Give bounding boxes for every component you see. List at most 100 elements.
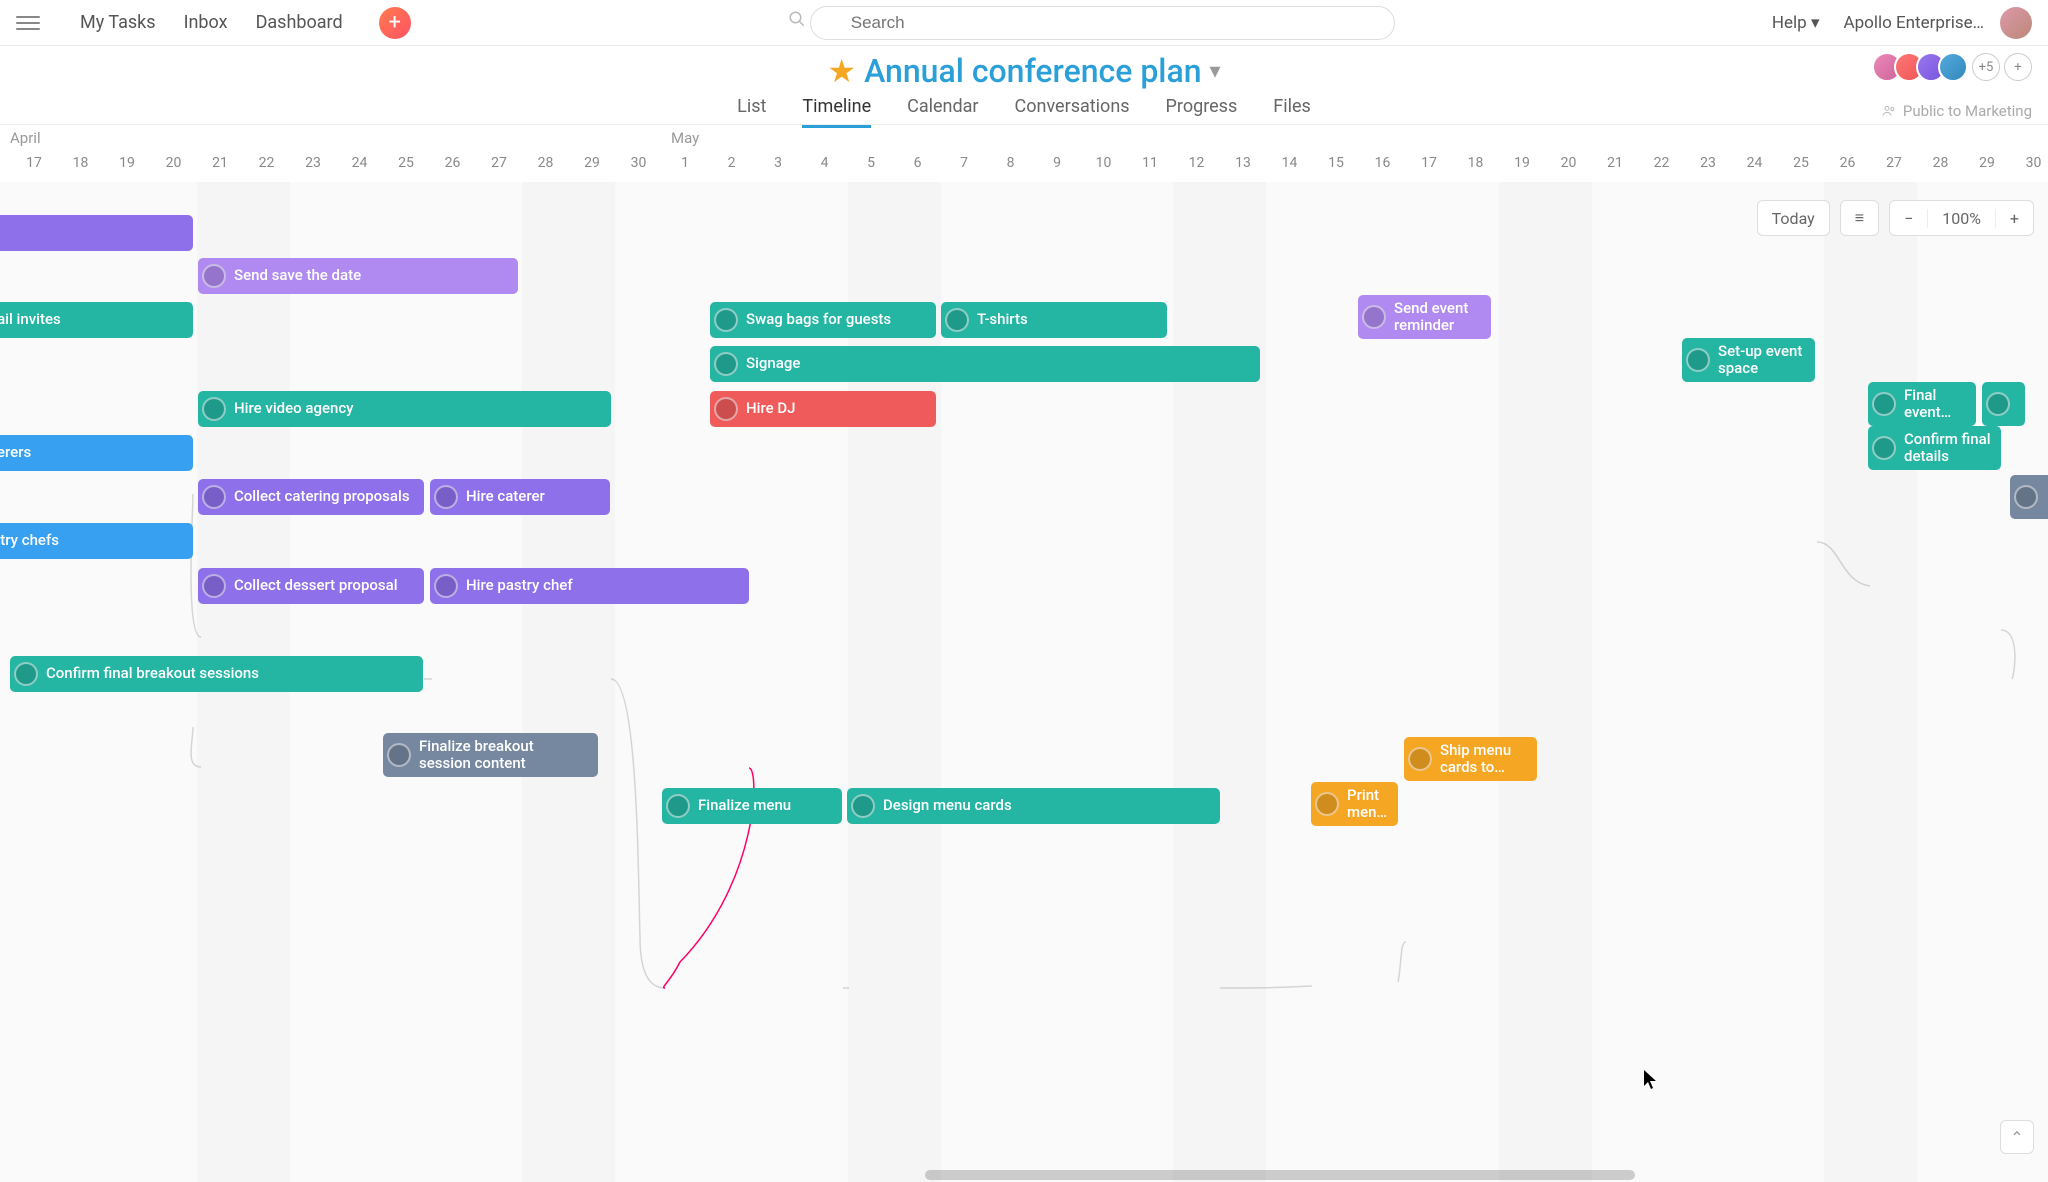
help-menu[interactable]: Help ▾ [1772,13,1820,33]
day-label: 27 [1878,155,1911,171]
menu-icon[interactable] [16,11,40,35]
day-label: 3 [762,155,795,171]
day-label: 19 [1506,155,1539,171]
privacy-label[interactable]: Public to Marketing [1881,102,2032,120]
assignee-avatar [202,264,226,288]
task-bar[interactable]: Hire caterer [430,479,610,515]
project-title[interactable]: ★ Annual conference plan ▾ [827,46,1220,90]
task-bar[interactable]: Signage [710,346,1260,382]
timeline-controls: Today ≡ − 100% + [1757,200,2034,236]
member-overflow[interactable]: +5 [1972,53,2000,81]
chevron-down-icon: ▾ [1811,13,1820,33]
day-label: 22 [1645,155,1678,171]
task-bar[interactable]: Print menu… [1311,782,1398,826]
task-label: Confirm final details [1904,431,1991,466]
task-bar[interactable]: caterers [0,435,193,471]
day-label: 17 [1413,155,1446,171]
day-label: 18 [1459,155,1492,171]
chevron-down-icon[interactable]: ▾ [1210,59,1221,84]
assignee-avatar [202,485,226,509]
task-bar[interactable] [2010,475,2048,519]
task-label: Set-up event space [1718,343,1805,378]
assignee-avatar [945,308,969,332]
assignee-avatar [1872,392,1896,416]
day-label: 27 [483,155,516,171]
scroll-to-top-button[interactable]: ⌃ [2000,1120,2034,1154]
task-label: Hire caterer [466,488,545,505]
user-avatar[interactable] [2000,7,2032,39]
zoom-out-button[interactable]: − [1890,209,1927,228]
topbar: My Tasks Inbox Dashboard + Help ▾ Apollo… [0,0,2048,46]
zoom-in-button[interactable]: + [1995,209,2033,228]
day-label: 12 [1180,155,1213,171]
month-label: May [671,129,699,147]
task-bar[interactable]: Hire pastry chef [430,568,749,604]
task-label: caterers [0,444,31,461]
assignee-avatar [2014,485,2038,509]
day-label: 16 [1366,155,1399,171]
day-label: 24 [343,155,376,171]
assignee-avatar [851,794,875,818]
task-bar[interactable]: Send event reminder [1358,295,1491,339]
day-label: 18 [64,155,97,171]
weekend-band [1173,182,1266,1182]
task-label: Finalize breakout session content [419,738,588,773]
star-icon[interactable]: ★ [827,52,856,90]
assignee-avatar [1362,305,1386,329]
task-bar[interactable]: T-shirts [941,302,1167,338]
add-button[interactable]: + [379,7,411,39]
day-label: 6 [901,155,934,171]
day-label: 20 [1552,155,1585,171]
task-bar[interactable]: Finalize menu [662,788,842,824]
assignee-avatar [714,352,738,376]
task-bar[interactable]: Ship menu cards to… [1404,737,1537,781]
nav-dashboard[interactable]: Dashboard [256,12,343,33]
nav-inbox[interactable]: Inbox [184,12,228,33]
assignee-avatar [714,397,738,421]
task-bar[interactable]: Collect dessert proposal [198,568,424,604]
assignee-avatar [387,743,411,767]
task-bar[interactable]: email invites [0,302,193,338]
task-label: pastry chefs [0,532,59,549]
day-label: 30 [2017,155,2048,171]
task-bar[interactable]: Confirm final details [1868,426,2001,470]
member-avatar[interactable] [1938,52,1968,82]
task-bar[interactable]: Confirm final breakout sessions [10,656,423,692]
today-button[interactable]: Today [1757,200,1830,236]
day-label: 23 [297,155,330,171]
day-label: 1 [669,155,702,171]
day-label: 29 [1971,155,2004,171]
day-label: 22 [250,155,283,171]
project-name: Annual conference plan [864,52,1201,90]
day-label: 15 [1320,155,1353,171]
zoom-control: − 100% + [1889,200,2034,236]
day-label: 21 [1599,155,1632,171]
task-bar[interactable]: Hire video agency [198,391,611,427]
org-name[interactable]: Apollo Enterprise… [1844,13,1985,33]
task-bar[interactable] [1982,382,2025,426]
search-input[interactable] [810,6,1395,40]
horizontal-scrollbar[interactable] [0,1168,2048,1182]
task-bar[interactable]: pastry chefs [0,523,193,559]
task-bar[interactable]: ads [0,215,193,251]
task-bar[interactable]: Finalize breakout session content [383,733,598,777]
task-bar[interactable]: Set-up event space [1682,338,1815,382]
task-bar[interactable]: Collect catering proposals [198,479,424,515]
assignee-avatar [1408,747,1432,771]
task-bar[interactable]: Design menu cards [847,788,1220,824]
task-label: Hire DJ [746,400,796,417]
task-label: Hire pastry chef [466,577,573,594]
add-member-button[interactable]: + [2004,53,2032,81]
task-bar[interactable]: Hire DJ [710,391,936,427]
task-bar[interactable]: Final event… [1868,382,1976,426]
month-label: April [10,129,41,147]
day-label: 8 [994,155,1027,171]
task-bar[interactable]: Swag bags for guests [710,302,936,338]
task-bar[interactable]: Send save the date [198,258,518,294]
nav-my-tasks[interactable]: My Tasks [80,12,156,33]
day-label: 25 [390,155,423,171]
mouse-cursor [1644,1070,1658,1090]
day-label: 10 [1087,155,1120,171]
timeline-canvas[interactable]: Today ≡ − 100% + ⌃ adsSend save the date… [0,182,2048,1182]
filter-button[interactable]: ≡ [1840,200,1879,236]
